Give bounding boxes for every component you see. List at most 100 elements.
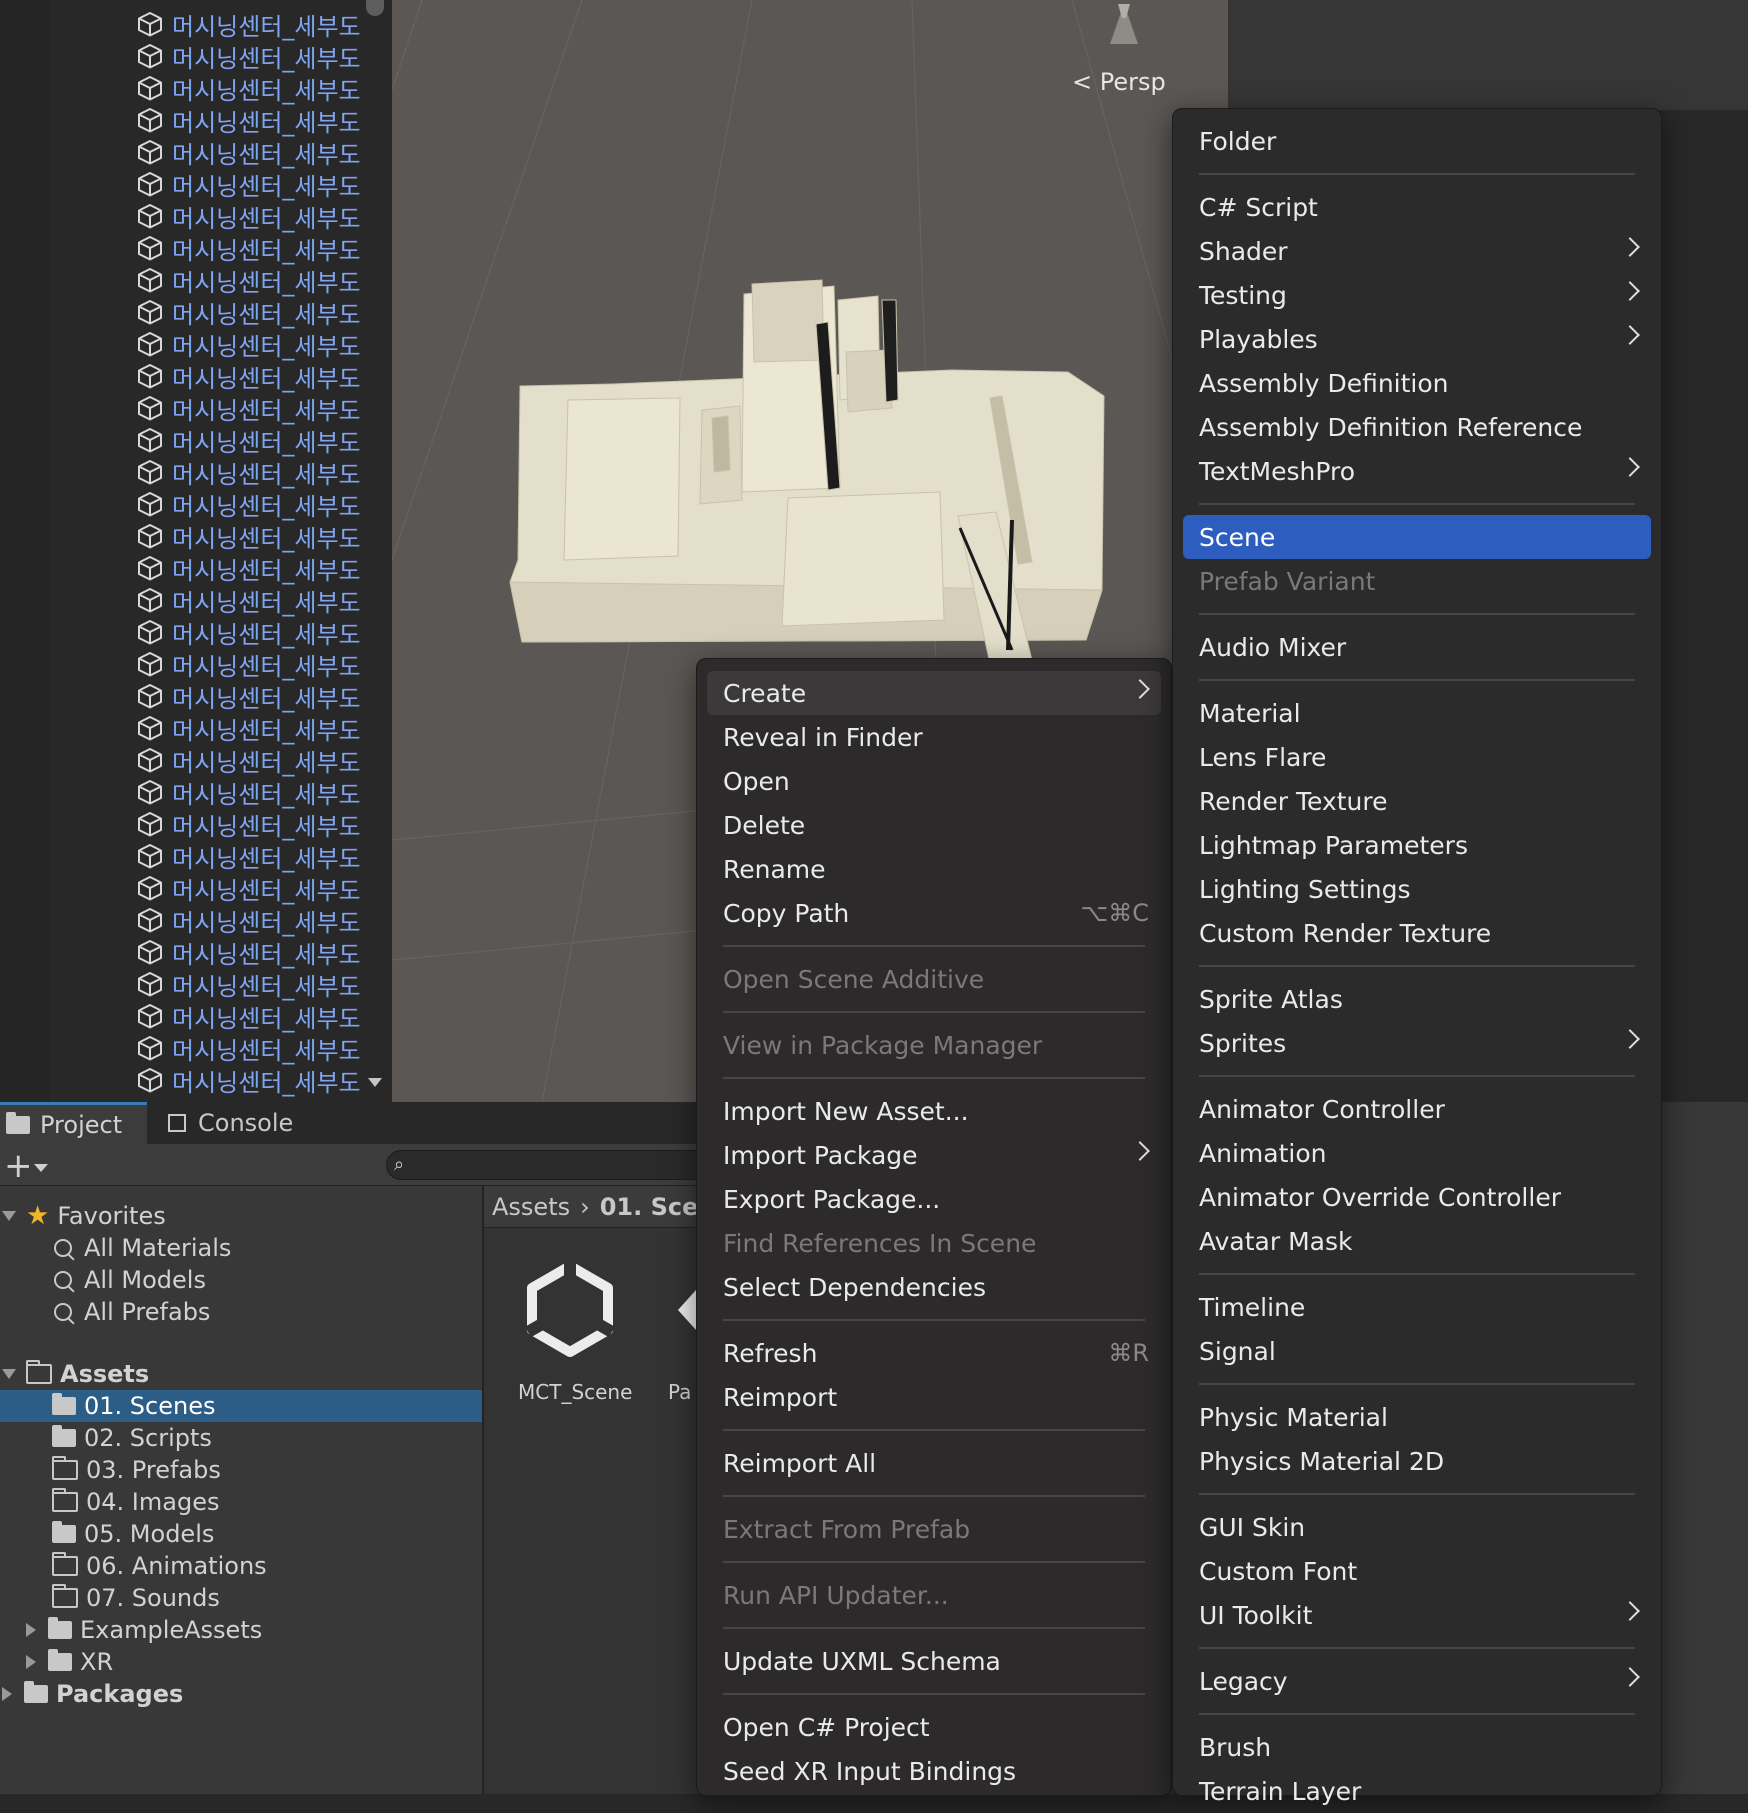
menu-item-export-package[interactable]: Export Package...	[707, 1177, 1161, 1221]
menu-item-assembly-definition[interactable]: Assembly Definition	[1183, 361, 1651, 405]
hierarchy-item[interactable]: 머시닝센터_세부도	[136, 552, 392, 585]
scroll-down-arrow-icon[interactable]	[368, 1078, 382, 1087]
menu-item-physics-material-2d[interactable]: Physics Material 2D	[1183, 1439, 1651, 1483]
breadcrumb-item[interactable]: Assets	[492, 1193, 570, 1221]
hierarchy-item[interactable]: 머시닝센터_세부도	[136, 968, 392, 1001]
menu-item-playables[interactable]: Playables	[1183, 317, 1651, 361]
menu-item-brush[interactable]: Brush	[1183, 1725, 1651, 1769]
folder-row[interactable]: 07. Sounds	[52, 1582, 220, 1614]
hierarchy-item[interactable]: 머시닝센터_세부도	[136, 360, 392, 393]
menu-item-c-script[interactable]: C# Script	[1183, 185, 1651, 229]
hierarchy-item[interactable]: 머시닝센터_세부도	[136, 1032, 392, 1065]
favorite-item[interactable]: All Materials	[52, 1232, 231, 1264]
menu-item-create[interactable]: Create	[707, 671, 1161, 715]
menu-item-legacy[interactable]: Legacy	[1183, 1659, 1651, 1703]
menu-item-copy-path[interactable]: Copy Path ⌥⌘C	[707, 891, 1161, 935]
menu-item-lighting-settings[interactable]: Lighting Settings	[1183, 867, 1651, 911]
hierarchy-item[interactable]: 머시닝센터_세부도	[136, 616, 392, 649]
menu-item-scene[interactable]: Scene	[1183, 515, 1651, 559]
asset-label[interactable]: MCT_Scene	[518, 1380, 632, 1404]
menu-item-terrain-layer[interactable]: Terrain Layer	[1183, 1769, 1651, 1813]
hierarchy-item[interactable]: 머시닝센터_세부도	[136, 8, 392, 41]
menu-item-delete[interactable]: Delete	[707, 803, 1161, 847]
hierarchy-item[interactable]: 머시닝센터_세부도	[136, 168, 392, 201]
asset-icon-partial[interactable]	[676, 1290, 696, 1330]
hierarchy-item[interactable]: 머시닝센터_세부도	[136, 1064, 392, 1097]
favorites-row[interactable]: ★ Favorites	[0, 1200, 482, 1232]
hierarchy-item[interactable]: 머시닝센터_세부도	[136, 424, 392, 457]
project-search-input[interactable]	[386, 1150, 716, 1180]
menu-item-lightmap-parameters[interactable]: Lightmap Parameters	[1183, 823, 1651, 867]
hierarchy-item[interactable]: 머시닝센터_세부도	[136, 808, 392, 841]
add-icon[interactable]: +	[4, 1146, 33, 1186]
menu-item-gui-skin[interactable]: GUI Skin	[1183, 1505, 1651, 1549]
folder-row[interactable]: XR	[26, 1646, 113, 1678]
tab-project[interactable]: Project	[0, 1102, 147, 1144]
hierarchy-item[interactable]: 머시닝센터_세부도	[136, 776, 392, 809]
menu-item-lens-flare[interactable]: Lens Flare	[1183, 735, 1651, 779]
hierarchy-item[interactable]: 머시닝센터_세부도	[136, 40, 392, 73]
menu-item-material[interactable]: Material	[1183, 691, 1651, 735]
asset-label[interactable]: Pa	[668, 1380, 691, 1404]
menu-item-open-c-project[interactable]: Open C# Project	[707, 1705, 1161, 1749]
hierarchy-item[interactable]: 머시닝센터_세부도	[136, 104, 392, 137]
menu-item-assembly-definition-reference[interactable]: Assembly Definition Reference	[1183, 405, 1651, 449]
hierarchy-item[interactable]: 머시닝센터_세부도	[136, 136, 392, 169]
menu-item-custom-font[interactable]: Custom Font	[1183, 1549, 1651, 1593]
hierarchy-item[interactable]: 머시닝센터_세부도	[136, 520, 392, 553]
folder-row[interactable]: 02. Scripts	[52, 1422, 212, 1454]
hierarchy-item[interactable]: 머시닝센터_세부도	[136, 392, 392, 425]
scene-gizmo-icon[interactable]	[1104, 0, 1144, 46]
expand-arrow-icon[interactable]	[2, 1211, 16, 1221]
menu-item-open[interactable]: Open	[707, 759, 1161, 803]
menu-item-import-new-asset[interactable]: Import New Asset...	[707, 1089, 1161, 1133]
menu-item-textmeshpro[interactable]: TextMeshPro	[1183, 449, 1651, 493]
hierarchy-item[interactable]: 머시닝센터_세부도	[136, 296, 392, 329]
folder-row[interactable]: 03. Prefabs	[52, 1454, 221, 1486]
hierarchy-item[interactable]: 머시닝센터_세부도	[136, 936, 392, 969]
hierarchy-item[interactable]: 머시닝센터_세부도	[136, 200, 392, 233]
folder-row[interactable]: 05. Models	[52, 1518, 214, 1550]
menu-item-animator-controller[interactable]: Animator Controller	[1183, 1087, 1651, 1131]
packages-row[interactable]: Packages	[0, 1678, 183, 1710]
menu-item-select-dependencies[interactable]: Select Dependencies	[707, 1265, 1161, 1309]
hierarchy-item[interactable]: 머시닝센터_세부도	[136, 72, 392, 105]
favorite-item[interactable]: All Prefabs	[52, 1296, 210, 1328]
collapse-arrow-icon[interactable]	[26, 1655, 36, 1669]
hierarchy-item[interactable]: 머시닝센터_세부도	[136, 264, 392, 297]
folder-row[interactable]: 04. Images	[52, 1486, 219, 1518]
hierarchy-item[interactable]: 머시닝센터_세부도	[136, 904, 392, 937]
menu-item-render-texture[interactable]: Render Texture	[1183, 779, 1651, 823]
menu-item-refresh[interactable]: Refresh ⌘R	[707, 1331, 1161, 1375]
hierarchy-item[interactable]: 머시닝센터_세부도	[136, 680, 392, 713]
hierarchy-item[interactable]: 머시닝센터_세부도	[136, 232, 392, 265]
menu-item-animation[interactable]: Animation	[1183, 1131, 1651, 1175]
collapse-arrow-icon[interactable]	[2, 1687, 12, 1701]
menu-item-reveal-in-finder[interactable]: Reveal in Finder	[707, 715, 1161, 759]
menu-item-sprites[interactable]: Sprites	[1183, 1021, 1651, 1065]
hierarchy-item[interactable]: 머시닝센터_세부도	[136, 712, 392, 745]
menu-item-ui-toolkit[interactable]: UI Toolkit	[1183, 1593, 1651, 1637]
expand-arrow-icon[interactable]	[2, 1369, 16, 1379]
hierarchy-item[interactable]: 머시닝센터_세부도	[136, 648, 392, 681]
assets-row[interactable]: Assets	[0, 1358, 482, 1390]
menu-item-sprite-atlas[interactable]: Sprite Atlas	[1183, 977, 1651, 1021]
menu-item-shader[interactable]: Shader	[1183, 229, 1651, 273]
menu-item-seed-xr-input-bindings[interactable]: Seed XR Input Bindings	[707, 1749, 1161, 1793]
breadcrumb-item[interactable]: 01. Scenes	[600, 1193, 700, 1221]
hierarchy-item[interactable]: 머시닝센터_세부도	[136, 1000, 392, 1033]
menu-item-audio-mixer[interactable]: Audio Mixer	[1183, 625, 1651, 669]
menu-item-timeline[interactable]: Timeline	[1183, 1285, 1651, 1329]
menu-item-physic-material[interactable]: Physic Material	[1183, 1395, 1651, 1439]
folder-row-selected[interactable]: 01. Scenes	[0, 1390, 482, 1422]
menu-item-update-uxml-schema[interactable]: Update UXML Schema	[707, 1639, 1161, 1683]
menu-item-avatar-mask[interactable]: Avatar Mask	[1183, 1219, 1651, 1263]
unity-scene-icon[interactable]	[520, 1258, 620, 1358]
menu-item-signal[interactable]: Signal	[1183, 1329, 1651, 1373]
menu-item-animator-override-controller[interactable]: Animator Override Controller	[1183, 1175, 1651, 1219]
menu-item-reimport-all[interactable]: Reimport All	[707, 1441, 1161, 1485]
menu-item-testing[interactable]: Testing	[1183, 273, 1651, 317]
hierarchy-item[interactable]: 머시닝센터_세부도	[136, 488, 392, 521]
menu-item-import-package[interactable]: Import Package	[707, 1133, 1161, 1177]
tab-console[interactable]: Console	[160, 1102, 293, 1144]
